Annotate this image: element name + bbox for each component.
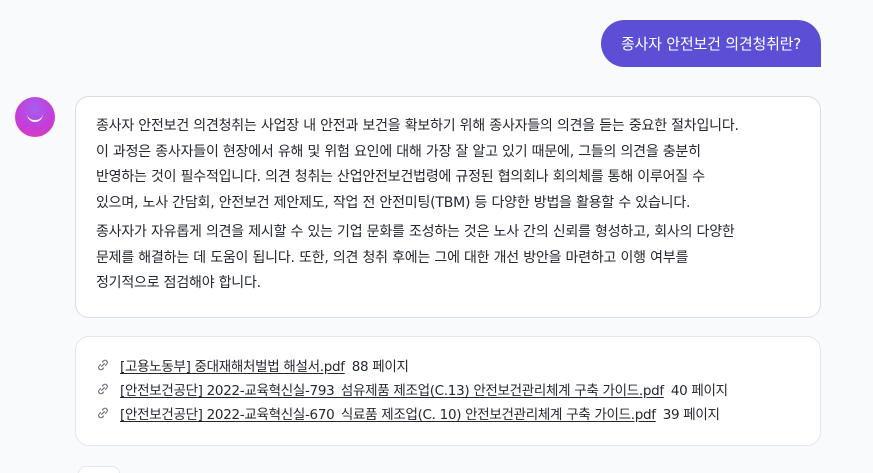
reference-link[interactable]: [고용노동부] 중대재해처벌법 해설서.pdf (120, 355, 345, 375)
action-button-partial[interactable] (78, 466, 120, 473)
reference-page-count: 40 페이지 (670, 383, 728, 399)
reference-item: [안전보건공단] 2022-교육혁신실-670_식료품 제조업(C. 10) 안… (96, 401, 800, 425)
link-icon (98, 359, 108, 371)
answer-paragraph: 종사자 안전보건 의견청취는 사업장 내 안전과 보건을 확보하기 위해 종사자… (96, 118, 739, 211)
user-message-text: 종사자 안전보건 의견청취란? (620, 35, 802, 53)
reference-item: [안전보건공단] 2022-교육혁신실-793_섬유제품 제조업(C.13) 안… (96, 377, 800, 401)
avatar-smile-shape (27, 114, 43, 122)
reference-page-count: 88 페이지 (351, 359, 409, 375)
reference-link[interactable]: [안전보건공단] 2022-교육혁신실-670_식료품 제조업(C. 10) 안… (120, 403, 656, 423)
assistant-avatar-icon (15, 97, 55, 137)
references-card: [고용노동부] 중대재해처벌법 해설서.pdf 88 페이지 [안전보건공단] … (75, 336, 821, 446)
link-icon (98, 383, 108, 395)
chat-page: 종사자 안전보건 의견청취란? 종사자 안전보건 의견청취는 사업장 내 안전과… (0, 0, 873, 473)
reference-page-count: 39 페이지 (662, 407, 720, 423)
assistant-answer-card: 종사자 안전보건 의견청취는 사업장 내 안전과 보건을 확보하기 위해 종사자… (75, 96, 821, 318)
reference-link[interactable]: [안전보건공단] 2022-교육혁신실-793_섬유제품 제조업(C.13) 안… (120, 379, 664, 399)
answer-paragraph: 종사자가 자유롭게 의견을 제시할 수 있는 기업 문화를 조성하는 것은 노사… (96, 224, 735, 291)
reference-item: [고용노동부] 중대재해처벌법 해설서.pdf 88 페이지 (96, 353, 800, 377)
link-icon (98, 407, 108, 419)
user-message-bubble: 종사자 안전보건 의견청취란? (601, 20, 821, 67)
